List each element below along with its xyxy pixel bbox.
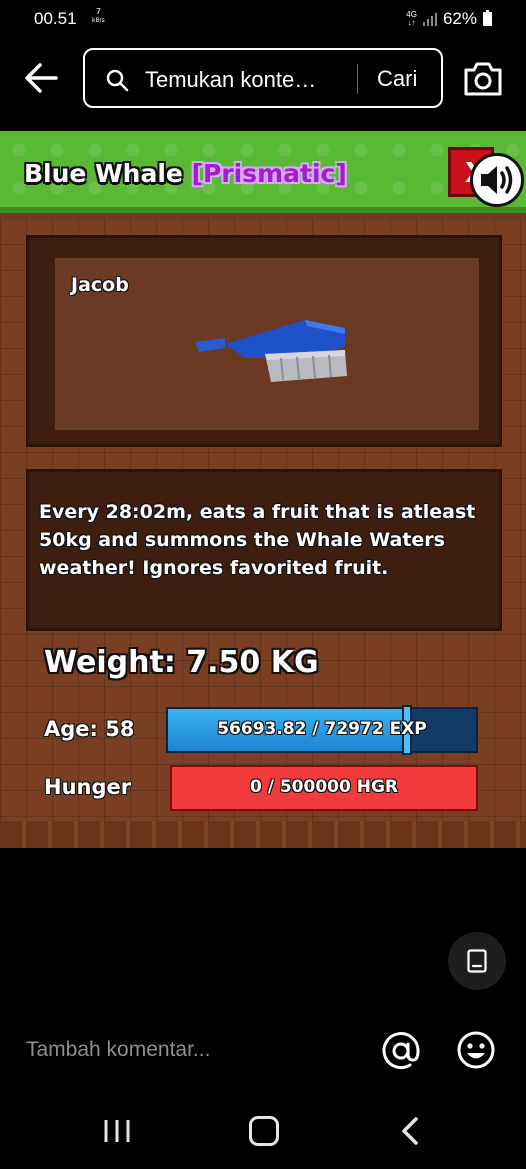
signal-icon — [422, 12, 437, 26]
camera-icon — [464, 62, 502, 96]
document-button[interactable] — [448, 932, 506, 990]
status-indicators: 4G ↓↑ 62% — [406, 9, 492, 29]
recent-apps-icon[interactable] — [102, 1118, 132, 1144]
back-button[interactable] — [22, 58, 62, 98]
network-speed: 7 kB/s — [92, 8, 105, 25]
pet-description-frame: Every 28:02m, eats a fruit that is atlea… — [26, 469, 502, 631]
video-frame[interactable]: Blue Whale [Prismatic] X Jacob — [0, 131, 526, 848]
search-header: Temukan konte… Cari — [0, 44, 526, 114]
arrow-left-icon — [25, 63, 58, 93]
status-time: 00.51 — [34, 9, 77, 28]
status-bar: 00.51 7 kB/s 4G ↓↑ 62% — [0, 0, 526, 40]
emoji-button[interactable] — [456, 1030, 496, 1070]
comment-bar: Tambah komentar... — [0, 1020, 526, 1082]
pet-species: Blue Whale — [24, 159, 183, 188]
exp-progress-bar: 56693.82 / 72972 EXP — [166, 705, 478, 755]
pet-title-bar: Blue Whale [Prismatic] X — [0, 131, 526, 213]
pet-preview-frame: Jacob — [26, 235, 502, 447]
hunger-progress-bar: 0 / 500000 HGR — [170, 765, 478, 811]
sound-toggle-button[interactable] — [470, 153, 524, 207]
battery-icon — [483, 10, 492, 26]
speaker-icon — [481, 166, 513, 194]
camera-button[interactable] — [462, 60, 504, 98]
system-navigation-bar — [0, 1094, 526, 1169]
pet-name: Jacob — [71, 274, 129, 296]
search-divider — [357, 64, 358, 94]
network-speed-unit: kB/s — [92, 17, 105, 24]
at-sign-icon — [382, 1032, 420, 1070]
pet-title: Blue Whale [Prismatic] — [24, 159, 347, 188]
pet-age: Age: 58 — [44, 717, 135, 741]
home-icon[interactable] — [249, 1116, 279, 1146]
search-submit-button[interactable]: Cari — [377, 66, 417, 92]
pet-panel-border — [0, 821, 526, 848]
nav-back-icon[interactable] — [398, 1116, 422, 1146]
comment-input[interactable]: Tambah komentar... — [26, 1038, 210, 1062]
search-input[interactable]: Temukan konte… — [145, 67, 316, 93]
pet-preview-area: Jacob — [55, 258, 479, 430]
emoji-icon — [457, 1031, 495, 1069]
pet-weight: Weight: 7.50 KG — [44, 645, 319, 680]
network-speed-value: 7 — [95, 7, 101, 16]
document-icon — [467, 949, 487, 973]
pet-variant: [Prismatic] — [191, 159, 347, 188]
whale-model-image — [195, 320, 347, 382]
hunger-progress-text: 0 / 500000 HGR — [249, 777, 399, 797]
search-icon — [106, 69, 129, 92]
hunger-label: Hunger — [44, 775, 132, 799]
mention-button[interactable] — [380, 1030, 422, 1072]
exp-progress-text: 56693.82 / 72972 EXP — [217, 719, 427, 739]
search-box[interactable]: Temukan konte… Cari — [83, 48, 443, 108]
battery-level: 62% — [442, 9, 477, 28]
pet-description: Every 28:02m, eats a fruit that is atlea… — [39, 501, 476, 579]
network-type: 4G ↓↑ — [406, 10, 417, 27]
